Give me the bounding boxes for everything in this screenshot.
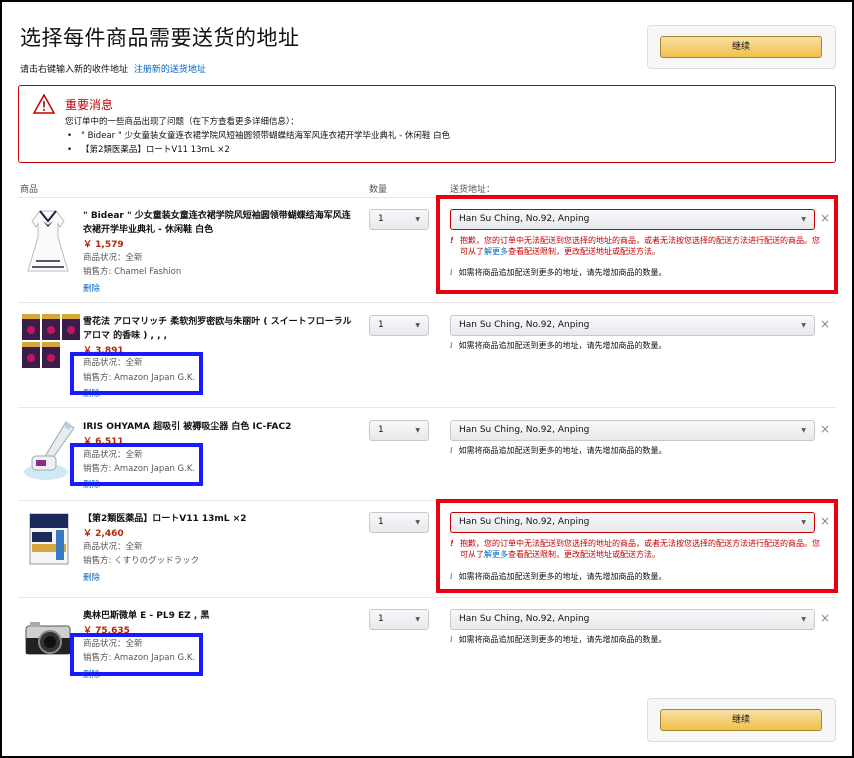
info-icon: i: [450, 635, 453, 644]
chevron-down-icon: ▼: [415, 322, 420, 329]
alert-list-item: " Bidear " 少女童装女童连衣裙学院风短袖圆领带蝴蝶结海军风连衣裙开学毕…: [65, 129, 450, 143]
quantity-select[interactable]: 1 ▼: [369, 420, 429, 441]
delete-link[interactable]: 删除: [83, 571, 100, 583]
alert-list: " Bidear " 少女童装女童连衣裙学院风短袖圆领带蝴蝶结海军风连衣裙开学毕…: [65, 129, 450, 157]
product-name[interactable]: " Bidear " 少女童装女童连衣裙学院风短袖圆领带蝴蝶结海军风连衣裙开学毕…: [83, 209, 353, 237]
chevron-down-icon: ▼: [415, 616, 420, 623]
product-seller: 销售方: くすりのグッドラック: [83, 556, 200, 566]
chevron-down-icon: ▼: [801, 616, 806, 623]
chevron-down-icon: ▼: [801, 322, 806, 329]
address-select[interactable]: Han Su Ching, No.92, Anping ▼: [450, 315, 815, 336]
page-title: 选择每件商品需要送货的地址: [20, 26, 300, 50]
address-value: Han Su Ching, No.92, Anping: [459, 614, 590, 624]
quantity-value: 1: [378, 320, 384, 330]
subtitle-text: 请击右键输入新的收件地址: [20, 65, 129, 75]
alert-title: 重要消息: [65, 98, 114, 112]
quantity-select[interactable]: 1 ▼: [369, 512, 429, 533]
important-message-box: 重要消息 您订单中的一些商品出现了问题（在下方查看更多详细信息）： " Bide…: [18, 85, 836, 163]
chevron-down-icon: ▼: [801, 427, 806, 434]
info-icon: i: [450, 446, 453, 455]
close-icon[interactable]: ×: [820, 317, 830, 331]
register-address-link[interactable]: 注册新的送货地址: [134, 65, 206, 75]
quantity-value: 1: [378, 614, 384, 624]
product-name[interactable]: IRIS OHYAMA 超吸引 被褥吸尘器 白色 IC-FAC2: [83, 420, 353, 434]
info-icon: i: [450, 341, 453, 350]
address-select[interactable]: Han Su Ching, No.92, Anping ▼: [450, 609, 815, 630]
column-header-product: 商品: [20, 185, 39, 195]
column-header-qty: 数量: [369, 185, 388, 195]
quantity-value: 1: [378, 517, 384, 527]
chevron-down-icon: ▼: [415, 519, 420, 526]
highlight-box-red: [436, 195, 838, 294]
address-value: Han Su Ching, No.92, Anping: [459, 320, 590, 330]
warning-icon: [33, 94, 55, 114]
divider: [18, 407, 836, 408]
highlight-box-blue: [70, 443, 203, 486]
quantity-value: 1: [378, 425, 384, 435]
alert-list-item: 【第2類医薬品】ロートV11 13mL ×2: [65, 143, 450, 157]
alert-description: 您订单中的一些商品出现了问题（在下方查看更多详细信息）：: [65, 117, 299, 127]
product-name[interactable]: 奥林巴斯微单 E - PL9 EZ , 黑: [83, 609, 353, 623]
info-message: i 如需将商品追加配送到更多的地址，请先增加商品的数量。: [450, 635, 667, 644]
info-message: i 如需将商品追加配送到更多的地址，请先增加商品的数量。: [450, 341, 667, 350]
quantity-select[interactable]: 1 ▼: [369, 209, 429, 230]
product-seller: 销售方: Chamel Fashion: [83, 267, 182, 277]
page-subtitle: 请击右键输入新的收件地址 注册新的送货地址: [20, 62, 206, 75]
chevron-down-icon: ▼: [415, 216, 420, 223]
address-value: Han Su Ching, No.92, Anping: [459, 425, 590, 435]
product-name[interactable]: 雪花法 アロマリッチ 柔软剂罗密欧与朱丽叶 ( スイートフローラルアロマ 的香味…: [83, 315, 353, 343]
info-message: i 如需将商品追加配送到更多的地址，请先增加商品的数量。: [450, 446, 667, 455]
product-image-eyedrops: [29, 513, 69, 565]
column-header-address: 送货地址：: [450, 185, 496, 195]
product-condition: 商品状况：全新: [83, 253, 143, 263]
highlight-box-blue: [70, 633, 203, 676]
quantity-value: 1: [378, 214, 384, 224]
quantity-select[interactable]: 1 ▼: [369, 609, 429, 630]
close-icon[interactable]: ×: [820, 422, 830, 436]
divider: [18, 597, 836, 598]
product-condition: 商品状况：全新: [83, 542, 143, 552]
delete-link[interactable]: 删除: [83, 282, 100, 294]
chevron-down-icon: ▼: [415, 427, 420, 434]
continue-button-bottom[interactable]: 继续: [660, 709, 822, 731]
product-image-dress: [27, 210, 69, 272]
product-price: ￥ 2,460: [83, 529, 124, 539]
product-image-camera: [25, 622, 71, 655]
product-price: ￥ 1,579: [83, 240, 124, 250]
product-name[interactable]: 【第2類医薬品】ロートV11 13mL ×2: [83, 512, 353, 526]
close-icon[interactable]: ×: [820, 611, 830, 625]
highlight-box-red: [436, 499, 838, 593]
continue-button-top[interactable]: 继续: [660, 36, 822, 58]
quantity-select[interactable]: 1 ▼: [369, 315, 429, 336]
address-select[interactable]: Han Su Ching, No.92, Anping ▼: [450, 420, 815, 441]
highlight-box-blue: [70, 352, 203, 395]
divider: [18, 302, 836, 303]
